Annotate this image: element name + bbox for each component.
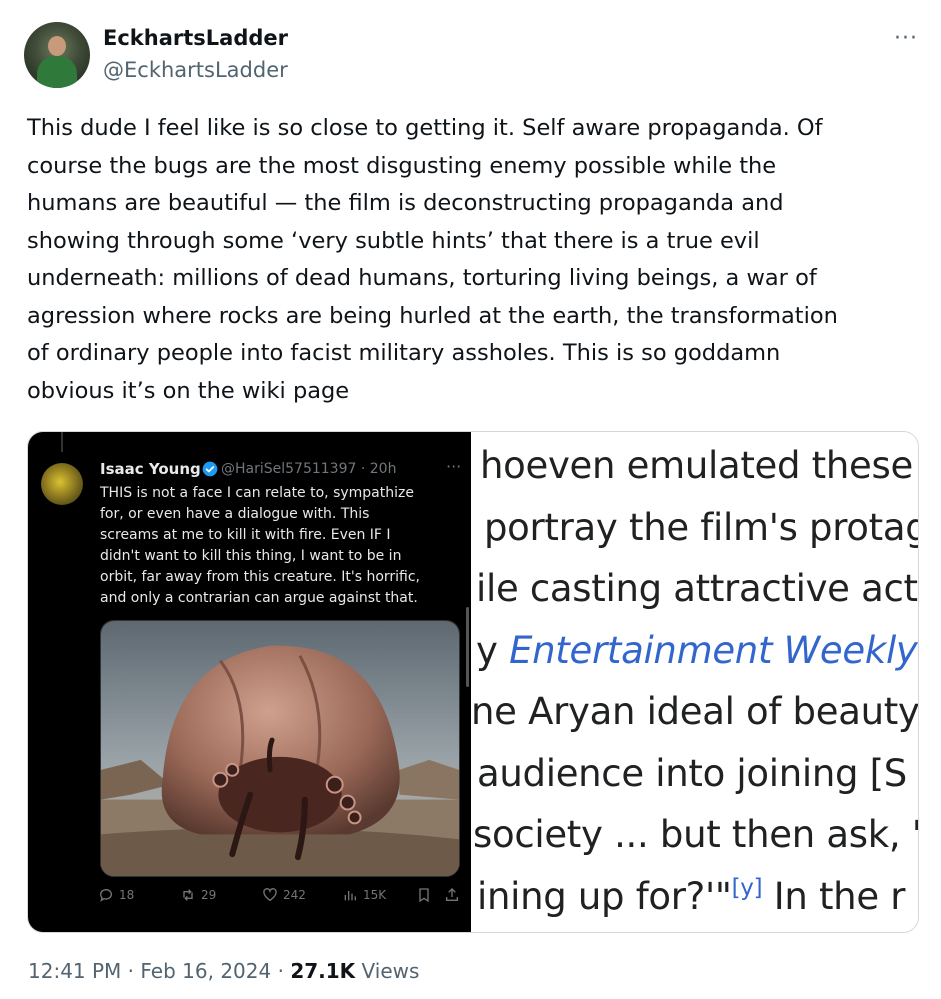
author-display-name[interactable]: EckhartsLadder [103,26,288,50]
avatar-figure-body [37,56,77,88]
views-count: 27.1K [290,959,356,983]
retweet-icon [183,889,193,901]
wiki-text: ining up for?'" [477,875,732,918]
wiki-line: portray the film's protag [484,506,919,549]
wikipedia-excerpt: hoeven emulated these portray the film's… [471,432,919,932]
tweet-time[interactable]: 12:41 PM [28,959,121,983]
retweet-count: 29 [201,888,217,902]
author-handle[interactable]: @EckhartsLadder [103,58,288,82]
views-count-embedded: 15K [363,888,387,902]
embedded-avatar [41,463,83,505]
meta-separator: · [121,959,141,983]
heart-icon [263,888,277,902]
wiki-line: audience into joining [S [477,752,907,795]
wiki-line: ile casting attractive act [476,567,918,610]
like-count: 242 [283,888,306,902]
like-action: 242 [262,887,306,903]
wiki-line-with-link: y Entertainment Weekly [476,629,918,672]
embedded-more-icon: ··· [446,457,462,476]
bookmark-icon [419,888,429,903]
tweet-header: EckhartsLadder @EckhartsLadder ··· [24,22,924,92]
reply-icon [100,889,112,902]
wiki-line: society ... but then ask, ' [473,813,919,856]
embedded-display-name: Isaac Young [100,460,201,478]
tweet-text: This dude I feel like is so close to get… [27,115,838,404]
author-avatar[interactable] [24,22,90,88]
thread-line [61,432,63,452]
meta-separator: · [271,959,291,983]
reply-count: 18 [119,888,135,902]
creature-photo [100,620,460,877]
embedded-scrollbar [466,607,469,687]
embedded-tweet-screenshot: Isaac Young @HariSel57511397 · 20h ··· T… [28,432,471,932]
wiki-text: In the r [762,875,906,918]
wiki-line-with-citation: ining up for?'"[y] In the r [477,875,905,918]
reply-action: 18 [98,887,134,903]
views-label: Views [355,959,420,983]
bookmark-action [416,887,432,903]
more-options-icon[interactable]: ··· [894,26,918,51]
citation-link: [y] [731,875,763,901]
wiki-text: y [476,629,510,672]
entertainment-weekly-link: Entertainment Weekly [509,629,918,672]
tweet-meta: 12:41 PM · Feb 16, 2024 · 27.1K Views [28,959,419,983]
embedded-action-bar: 18 29 242 15K [98,887,468,911]
verified-badge-icon [202,461,218,477]
analytics-icon [344,891,356,901]
embedded-handle-time: @HariSel57511397 · 20h [221,461,397,477]
embedded-tweet-text: THIS is not a face I can relate to, symp… [100,485,421,606]
wiki-line: hoeven emulated these [480,444,913,487]
share-action [444,887,460,903]
tweet-date[interactable]: Feb 16, 2024 [140,959,271,983]
attached-image[interactable]: Isaac Young @HariSel57511397 · 20h ··· T… [27,431,919,933]
avatar-figure-head [48,36,66,56]
wiki-line: ne Aryan ideal of beauty [471,690,919,733]
retweet-action: 29 [180,887,216,903]
views-action: 15K [342,887,386,903]
share-icon [446,888,458,901]
